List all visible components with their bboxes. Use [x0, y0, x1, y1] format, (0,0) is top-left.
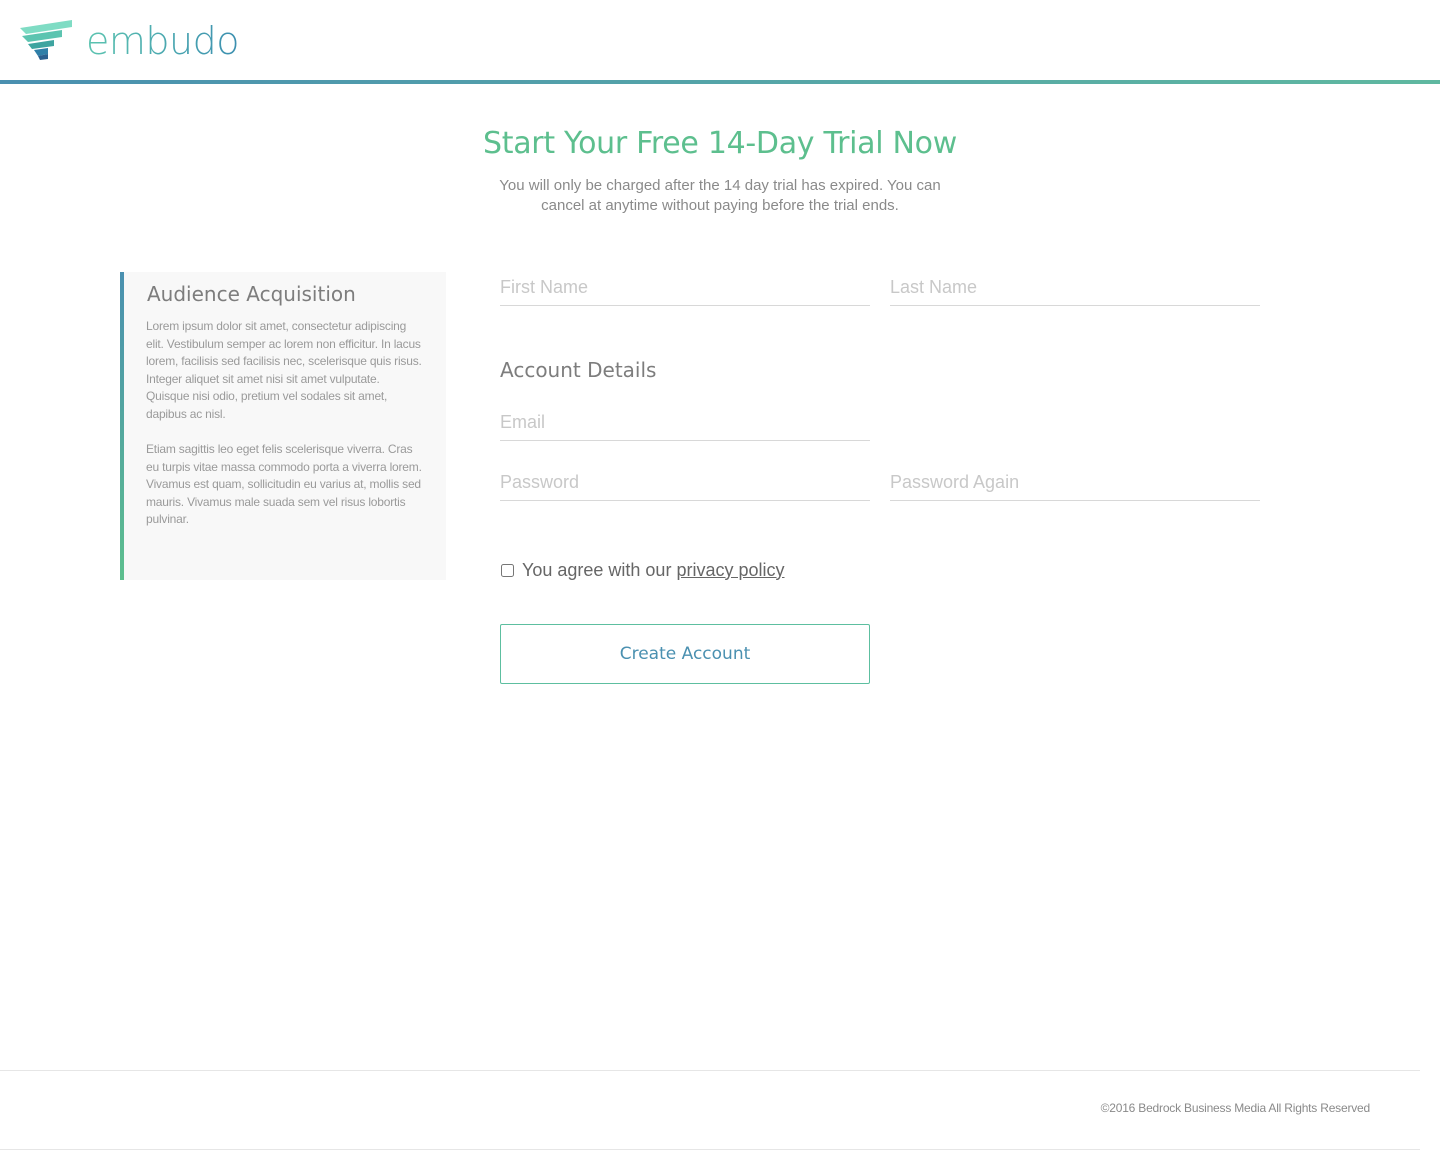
page-title: Start Your Free 14-Day Trial Now: [483, 126, 957, 161]
create-account-button[interactable]: Create Account: [500, 624, 870, 684]
card-paragraph-2: Etiam sagittis leo eget felis scelerisqu…: [146, 442, 422, 526]
privacy-agreement-row: You agree with our privacy policy: [500, 558, 785, 582]
logo-wordmark[interactable]: embudo: [86, 16, 239, 66]
email-input[interactable]: [500, 405, 870, 441]
first-name-input[interactable]: [500, 270, 870, 306]
password-again-input[interactable]: [890, 465, 1260, 501]
copyright-text: ©2016 Bedrock Business Media All Rights …: [1100, 1101, 1371, 1115]
embudo-funnel-logo-icon[interactable]: [18, 18, 74, 62]
privacy-agree-checkbox[interactable]: [501, 563, 514, 577]
header-divider: [0, 80, 1440, 84]
account-details-heading: Account Details: [500, 358, 657, 382]
page-subtitle: You will only be charged after the 14 da…: [499, 177, 941, 214]
agree-label: You agree with our: [522, 559, 672, 580]
card-paragraph-1: Lorem ipsum dolor sit amet, consectetur …: [146, 319, 422, 421]
site-header: embudo: [0, 0, 1440, 80]
footer-divider-top: [0, 1070, 1420, 1071]
card-title: Audience Acquisition: [147, 282, 356, 306]
privacy-policy-link[interactable]: privacy policy: [676, 560, 784, 581]
audience-acquisition-card: Audience Acquisition Lorem ipsum dolor s…: [120, 272, 446, 580]
password-input[interactable]: [500, 465, 870, 501]
last-name-input[interactable]: [890, 270, 1260, 306]
